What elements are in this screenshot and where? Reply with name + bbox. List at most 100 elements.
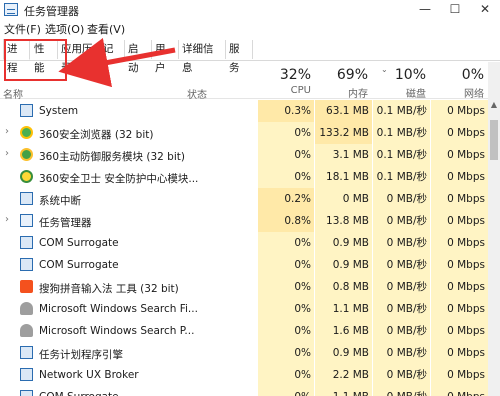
expand-chevron-icon[interactable]: › (5, 127, 13, 137)
process-row[interactable]: 任务计划程序引擎 0% 0.9 MB 0 MB/秒 0 Mbps (0, 342, 488, 364)
process-cpu: 0% (258, 386, 314, 396)
menu-file[interactable]: 文件(F) (4, 21, 41, 37)
process-name: 360安全卫士 安全防护中心模块... (39, 173, 199, 185)
process-name: 系统中断 (39, 195, 81, 207)
process-name: 360安全浏览器 (32 bit) (39, 129, 154, 141)
process-cpu: 0% (258, 144, 314, 166)
memory-label: 内存 (348, 89, 368, 100)
task-manager-icon (4, 3, 18, 16)
column-status[interactable]: 状态 (187, 86, 207, 101)
process-memory: 3.1 MB (315, 144, 372, 166)
process-name: 搜狗拼音输入法 工具 (32 bit) (39, 283, 179, 295)
process-memory: 13.8 MB (315, 210, 372, 232)
scroll-up-icon[interactable]: ▲ (488, 100, 500, 112)
process-row[interactable]: System 0.3% 63.1 MB 0.1 MB/秒 0 Mbps (0, 100, 488, 122)
process-network: 0 Mbps (431, 100, 488, 122)
browser-360-icon (20, 126, 33, 139)
process-name: 360主动防御服务模块 (32 bit) (39, 151, 185, 163)
process-disk: 0 MB/秒 (373, 364, 430, 386)
process-row[interactable]: COM Surrogate 0%1.1 MB0 MB/秒0 Mbps (0, 386, 488, 396)
process-name: COM Surrogate (39, 259, 119, 271)
process-disk: 0.1 MB/秒 (373, 122, 430, 144)
process-disk: 0 MB/秒 (373, 254, 430, 276)
process-row[interactable]: 360安全卫士 安全防护中心模块... 0% 18.1 MB 0.1 MB/秒 0 Mb… (0, 166, 488, 188)
tab-services[interactable]: 服务 (226, 40, 253, 74)
process-disk: 0 MB/秒 (373, 386, 430, 396)
process-row[interactable]: 搜狗拼音输入法 工具 (32 bit) 0% 0.8 MB 0 MB/秒 0 Mbps (0, 276, 488, 298)
process-name: System (39, 105, 79, 117)
process-memory: 63.1 MB (315, 100, 372, 122)
process-row[interactable]: COM Surrogate 0% 0.9 MB 0 MB/秒 0 Mbps (0, 254, 488, 276)
disk-label: 磁盘 (406, 89, 426, 100)
tab-app-history[interactable]: 应用历史记录 (58, 40, 125, 74)
process-memory: 1.1 MB (315, 298, 372, 320)
process-cpu: 0% (258, 232, 314, 254)
vertical-scrollbar[interactable]: ▲ (488, 100, 500, 396)
process-network: 0 Mbps (431, 364, 488, 386)
column-network[interactable]: 0% 网络 (431, 67, 484, 100)
process-network: 0 Mbps (431, 210, 488, 232)
process-row[interactable]: › 任务管理器 0.8% 13.8 MB 0 MB/秒 0 Mbps (0, 210, 488, 232)
process-cpu: 0% (258, 320, 314, 342)
minimize-button[interactable]: — (410, 0, 440, 20)
process-memory: 1.6 MB (315, 320, 372, 342)
process-network: 0 Mbps (431, 232, 488, 254)
menu-view[interactable]: 查看(V) (87, 21, 125, 37)
sogou-icon (20, 280, 33, 293)
process-row[interactable]: Network UX Broker 0% 2.2 MB 0 MB/秒 0 Mbps (0, 364, 488, 386)
app-icon (20, 390, 33, 396)
process-disk: 0 MB/秒 (373, 276, 430, 298)
process-name: 任务计划程序引擎 (39, 349, 123, 361)
process-memory: 18.1 MB (315, 166, 372, 188)
tab-users[interactable]: 用户 (152, 40, 179, 74)
window-title: 任务管理器 (24, 5, 79, 18)
shield-360-icon (20, 148, 33, 161)
process-row[interactable]: Microsoft Windows Search P... 0% 1.6 MB 0 M… (0, 320, 488, 342)
annotation-highlight-box (4, 39, 67, 81)
process-memory: 0 MB (315, 188, 372, 210)
process-name: Microsoft Windows Search P... (39, 325, 195, 337)
search-person-icon (20, 324, 33, 337)
process-memory: 0.9 MB (315, 342, 372, 364)
process-disk: 0 MB/秒 (373, 298, 430, 320)
process-cpu: 0% (258, 254, 314, 276)
process-name: Network UX Broker (39, 369, 139, 381)
menu-options[interactable]: 选项(O) (45, 21, 84, 37)
process-memory: 0.9 MB (315, 254, 372, 276)
process-memory: 0.9 MB (315, 232, 372, 254)
process-row[interactable]: › 360安全浏览器 (32 bit) 0% 133.2 MB 0.1 MB/秒 0 Mb… (0, 122, 488, 144)
scroll-header (488, 62, 500, 100)
app-icon (20, 346, 33, 359)
expand-chevron-icon[interactable]: › (5, 215, 13, 225)
scroll-thumb[interactable] (490, 120, 498, 160)
memory-total: 69% (336, 67, 368, 83)
process-cpu: 0% (258, 364, 314, 386)
process-name: COM Surrogate (39, 237, 119, 249)
cpu-total: 32% (279, 67, 311, 83)
process-name: 任务管理器 (39, 217, 92, 229)
process-cpu: 0% (258, 166, 314, 188)
column-disk[interactable]: 10% 磁盘 (373, 67, 426, 100)
process-network: 0 Mbps (431, 298, 488, 320)
tab-startup[interactable]: 启动 (125, 40, 152, 74)
tab-details[interactable]: 详细信息 (179, 40, 226, 74)
column-cpu[interactable]: 32% CPU (258, 67, 311, 96)
process-row[interactable]: 系统中断 0.2% 0 MB 0 MB/秒 0 Mbps (0, 188, 488, 210)
process-row[interactable]: Microsoft Windows Search Fi... 0% 1.1 MB 0 … (0, 298, 488, 320)
process-network: 0 Mbps (431, 386, 488, 396)
process-row[interactable]: COM Surrogate 0% 0.9 MB 0 MB/秒 0 Mbps (0, 232, 488, 254)
column-name[interactable]: 名称 (3, 86, 23, 101)
expand-chevron-icon[interactable]: › (5, 149, 13, 159)
process-network: 0 Mbps (431, 254, 488, 276)
menu-bar: 文件(F) 选项(O) 查看(V) (0, 20, 500, 36)
maximize-button[interactable]: ☐ (440, 0, 470, 20)
column-memory[interactable]: 69% 内存 (315, 67, 368, 100)
app-icon (20, 368, 33, 381)
close-button[interactable]: ✕ (470, 0, 500, 20)
process-row[interactable]: › 360主动防御服务模块 (32 bit) 0% 3.1 MB 0.1 MB/秒 0 M… (0, 144, 488, 166)
network-total: 0% (461, 67, 484, 83)
process-cpu: 0% (258, 276, 314, 298)
process-name: COM Surrogate (39, 391, 119, 396)
process-cpu: 0.2% (258, 188, 314, 210)
process-disk: 0 MB/秒 (373, 320, 430, 342)
